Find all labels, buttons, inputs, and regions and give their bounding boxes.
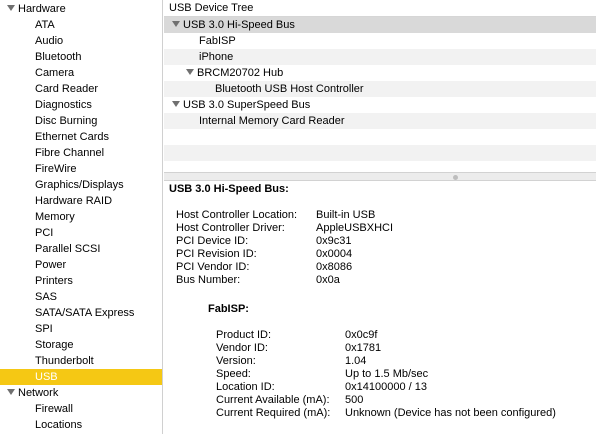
tree-row-iphone[interactable]: iPhone <box>164 49 596 65</box>
detail-key: PCI Revision ID: <box>176 248 257 260</box>
tree-row-usb-superspeed-bus[interactable]: USB 3.0 SuperSpeed Bus <box>164 97 596 113</box>
disclosure-triangle-icon[interactable] <box>7 5 15 11</box>
sidebar-item-printers[interactable]: Printers <box>0 273 162 289</box>
sidebar-item-parallel-scsi[interactable]: Parallel SCSI <box>0 241 162 257</box>
detail-key: Current Available (mA): <box>216 394 330 406</box>
sidebar-item-graphics-displays[interactable]: Graphics/Displays <box>0 177 162 193</box>
detail-key: Location ID: <box>216 381 275 393</box>
detail-key: Current Required (mA): <box>216 407 331 419</box>
sidebar-item-spi[interactable]: SPI <box>0 321 162 337</box>
sidebar-item-bluetooth[interactable]: Bluetooth <box>0 49 162 65</box>
detail-value: 0x14100000 / 13 <box>345 381 427 393</box>
detail-key: Vendor ID: <box>216 342 268 354</box>
detail-value: 0x8086 <box>316 261 353 273</box>
sidebar-item-disc-burning[interactable]: Disc Burning <box>0 113 162 129</box>
sidebar-item-sata[interactable]: SATA/SATA Express <box>0 305 162 321</box>
detail-value: 0x0004 <box>316 248 353 260</box>
detail-key: Host Controller Location: <box>176 209 298 221</box>
tree-row-memory-card-reader[interactable]: Internal Memory Card Reader <box>164 113 596 129</box>
disclosure-triangle-icon[interactable] <box>172 21 180 27</box>
disclosure-triangle-icon[interactable] <box>7 389 15 395</box>
tree-row-fabisp[interactable]: FabISP <box>164 33 596 49</box>
detail-pane: USB 3.0 Hi-Speed Bus: Host Controller Lo… <box>164 181 596 434</box>
tree-row-label: USB 3.0 SuperSpeed Bus <box>183 99 311 111</box>
sidebar-item-sas[interactable]: SAS <box>0 289 162 305</box>
detail-value: 0x0a <box>316 274 340 286</box>
detail-value: AppleUSBXHCI <box>316 222 394 234</box>
sidebar-item-pci[interactable]: PCI <box>0 225 162 241</box>
detail-key: PCI Vendor ID: <box>176 261 250 273</box>
detail-value: Up to 1.5 Mb/sec <box>345 368 429 380</box>
detail-key: Speed: <box>216 368 251 380</box>
disclosure-triangle-icon[interactable] <box>186 69 194 75</box>
detail-key: Bus Number: <box>176 274 241 286</box>
sidebar-item-firewall[interactable]: Firewall <box>0 401 162 417</box>
detail-value: 500 <box>345 394 364 406</box>
tree-row-label: USB 3.0 Hi-Speed Bus <box>183 19 295 31</box>
detail-value: 1.04 <box>345 355 367 367</box>
detail-value: Unknown (Device has not been configured) <box>345 407 556 419</box>
sidebar-item-fibre-channel[interactable]: Fibre Channel <box>0 145 162 161</box>
sidebar-item-ethernet-cards[interactable]: Ethernet Cards <box>0 129 162 145</box>
tree-column-header[interactable]: USB Device Tree <box>164 0 596 17</box>
sidebar-group-hardware[interactable]: Hardware <box>0 1 162 17</box>
sidebar-item-camera[interactable]: Camera <box>0 65 162 81</box>
tree-row-bluetooth-controller[interactable]: Bluetooth USB Host Controller <box>164 81 596 97</box>
detail-key: Product ID: <box>216 329 272 341</box>
sidebar-item-hardware-raid[interactable]: Hardware RAID <box>0 193 162 209</box>
detail-value: 0x9c31 <box>316 235 352 247</box>
detail-key: Version: <box>216 355 256 367</box>
detail-key: Host Controller Driver: <box>176 222 285 234</box>
tree-row-label: BRCM20702 Hub <box>197 67 284 79</box>
tree-row-empty <box>164 145 596 161</box>
usb-device-tree[interactable]: USB Device Tree USB 3.0 Hi-Speed Bus Fab… <box>164 0 596 172</box>
sidebar-group-label: Network <box>18 387 59 399</box>
sidebar-item-audio[interactable]: Audio <box>0 33 162 49</box>
sidebar-item-power[interactable]: Power <box>0 257 162 273</box>
splitter-grip-icon[interactable] <box>453 175 458 180</box>
sidebar-item-usb[interactable]: USB <box>0 369 162 385</box>
sidebar-item-locations[interactable]: Locations <box>0 417 162 433</box>
category-sidebar[interactable]: Hardware ATA Audio Bluetooth Camera Card… <box>0 0 163 434</box>
sidebar-item-thunderbolt[interactable]: Thunderbolt <box>0 353 162 369</box>
pane-splitter[interactable] <box>164 172 596 181</box>
detail-value: 0x0c9f <box>345 329 378 341</box>
detail-key: PCI Device ID: <box>176 235 249 247</box>
detail-value: Built-in USB <box>316 209 376 221</box>
sidebar-group-label: Hardware <box>18 3 66 15</box>
tree-row-empty <box>164 129 596 145</box>
sidebar-item-memory[interactable]: Memory <box>0 209 162 225</box>
disclosure-triangle-icon[interactable] <box>172 101 180 107</box>
detail-title: USB 3.0 Hi-Speed Bus: <box>169 183 289 195</box>
sidebar-item-diagnostics[interactable]: Diagnostics <box>0 97 162 113</box>
detail-value: 0x1781 <box>345 342 382 354</box>
tree-row-usb-hispeed-bus[interactable]: USB 3.0 Hi-Speed Bus <box>164 17 596 33</box>
sidebar-item-card-reader[interactable]: Card Reader <box>0 81 162 97</box>
tree-row-brcm-hub[interactable]: BRCM20702 Hub <box>164 65 596 81</box>
sidebar-item-storage[interactable]: Storage <box>0 337 162 353</box>
sidebar-item-firewire[interactable]: FireWire <box>0 161 162 177</box>
sidebar-item-ata[interactable]: ATA <box>0 17 162 33</box>
sidebar-group-network[interactable]: Network <box>0 385 162 401</box>
device-section-title: FabISP: <box>208 303 249 315</box>
